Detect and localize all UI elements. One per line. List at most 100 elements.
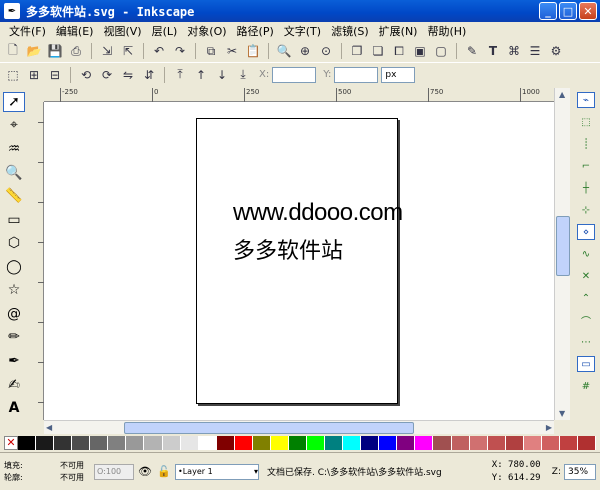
color-swatch[interactable] [361, 436, 380, 450]
y-input[interactable] [334, 66, 379, 83]
selector-tool-icon[interactable]: ➚ [3, 92, 25, 112]
color-swatch[interactable] [325, 436, 344, 450]
zoom-tool-icon[interactable]: 🔍 [3, 163, 25, 183]
color-swatch[interactable] [288, 436, 307, 450]
cut-icon[interactable]: ✂ [223, 42, 241, 60]
menu-file[interactable]: 文件(F) [4, 23, 51, 39]
color-swatch[interactable] [54, 436, 73, 450]
color-swatch[interactable] [108, 436, 127, 450]
color-swatch[interactable] [559, 436, 578, 450]
text-tool-icon[interactable]: A [3, 398, 25, 418]
xml-editor-icon[interactable]: ⌘ [505, 42, 523, 60]
text-object-url[interactable]: www.ddooo.com [233, 199, 403, 227]
menu-filters[interactable]: 滤镜(S) [326, 23, 374, 39]
color-swatch[interactable] [216, 436, 235, 450]
color-swatch[interactable] [144, 436, 163, 450]
new-document-icon[interactable]: 🗋 [4, 42, 22, 60]
opacity-input[interactable]: O: 100 [94, 463, 134, 480]
rectangle-tool-icon[interactable]: ▭ [3, 210, 25, 230]
color-swatch[interactable] [90, 436, 109, 450]
undo-icon[interactable]: ↶ [150, 42, 168, 60]
snap-bbox-icon[interactable]: ⬚ [577, 114, 595, 130]
color-swatch[interactable] [541, 436, 560, 450]
snap-bbox-corner-icon[interactable]: ⌐ [577, 158, 595, 174]
scroll-up-icon[interactable]: ▲ [559, 90, 565, 99]
text-font-icon[interactable]: T [484, 42, 502, 60]
group-icon[interactable]: ▣ [411, 42, 429, 60]
snap-bbox-midpoint-icon[interactable]: ┼ [577, 180, 595, 196]
scroll-left-icon[interactable]: ◀ [46, 423, 52, 432]
visibility-eye-icon[interactable]: 👁 [137, 465, 153, 478]
box-3d-tool-icon[interactable]: ⬡ [3, 233, 25, 253]
color-swatch[interactable] [415, 436, 434, 450]
color-swatch[interactable] [18, 436, 37, 450]
snap-path-intersection-icon[interactable]: ✕ [577, 268, 595, 284]
snap-path-icon[interactable]: ∿ [577, 246, 595, 262]
snap-cusp-nodes-icon[interactable]: ⌃ [577, 290, 595, 306]
tweak-tool-icon[interactable]: ♒ [3, 139, 25, 159]
ungroup-icon[interactable]: ▢ [432, 42, 450, 60]
drawing-canvas[interactable]: www.ddooo.com 多多软件站 [44, 102, 554, 420]
menu-view[interactable]: 视图(V) [98, 23, 146, 39]
spiral-tool-icon[interactable]: @ [3, 304, 25, 324]
stroke-value[interactable]: 不可用 [60, 472, 84, 484]
snap-smooth-nodes-icon[interactable]: ⌒ [577, 312, 595, 328]
maximize-button[interactable]: □ [559, 2, 577, 20]
measure-tool-icon[interactable]: 📏 [3, 186, 25, 206]
color-swatch[interactable] [505, 436, 524, 450]
color-swatch[interactable] [270, 436, 289, 450]
snap-nodes-icon[interactable]: ⋄ [577, 224, 595, 240]
fill-value[interactable]: 不可用 [60, 460, 84, 472]
node-tool-icon[interactable]: ⌖ [3, 116, 25, 136]
zoom-drawing-icon[interactable]: ⊕ [296, 42, 314, 60]
lower-icon[interactable]: ↓ [213, 66, 231, 84]
horizontal-scroll-thumb[interactable] [124, 422, 414, 434]
snap-midpoint-icon[interactable]: ⋯ [577, 334, 595, 350]
color-swatch[interactable] [198, 436, 217, 450]
open-folder-icon[interactable]: 📂 [25, 42, 43, 60]
rotate-cw-icon[interactable]: ⟳ [98, 66, 116, 84]
print-icon[interactable]: ⎙ [67, 42, 85, 60]
color-swatch[interactable] [36, 436, 55, 450]
clone-icon[interactable]: ❏ [369, 42, 387, 60]
color-swatch[interactable] [307, 436, 326, 450]
menu-edit[interactable]: 编辑(E) [51, 23, 99, 39]
unit-select[interactable]: px [381, 66, 416, 83]
title-bar[interactable]: ✒ 多多软件站.svg - Inkscape _ □ ✕ [0, 0, 600, 22]
zoom-input[interactable]: 35% [564, 463, 596, 480]
horizontal-scrollbar[interactable]: ◀ ▶ [44, 420, 554, 434]
color-swatch[interactable] [126, 436, 145, 450]
import-icon[interactable]: ⇲ [98, 42, 116, 60]
x-input[interactable] [272, 66, 317, 83]
document-page[interactable]: www.ddooo.com 多多软件站 [196, 118, 403, 404]
color-swatch[interactable] [451, 436, 470, 450]
zoom-page-icon[interactable]: ⊙ [317, 42, 335, 60]
color-swatch[interactable] [162, 436, 181, 450]
menu-layer[interactable]: 层(L) [147, 23, 183, 39]
vertical-scroll-thumb[interactable] [556, 216, 570, 276]
color-swatch[interactable] [577, 436, 596, 450]
color-swatch[interactable] [343, 436, 362, 450]
menu-object[interactable]: 对象(O) [182, 23, 231, 39]
zoom-selection-icon[interactable]: 🔍 [275, 42, 293, 60]
select-all-icon[interactable]: ⬚ [4, 66, 22, 84]
close-button[interactable]: ✕ [579, 2, 597, 20]
color-swatch[interactable] [397, 436, 416, 450]
no-paint-swatch[interactable]: ✕ [4, 436, 18, 450]
snap-enable-icon[interactable]: ⌁ [577, 92, 595, 108]
snap-grid-icon[interactable]: # [577, 378, 595, 394]
color-swatch[interactable] [72, 436, 91, 450]
lower-to-bottom-icon[interactable]: ⤓ [234, 66, 252, 84]
unlink-clone-icon[interactable]: ⧠ [390, 42, 408, 60]
rotate-ccw-icon[interactable]: ⟲ [77, 66, 95, 84]
color-swatch[interactable] [487, 436, 506, 450]
redo-icon[interactable]: ↷ [171, 42, 189, 60]
star-tool-icon[interactable]: ☆ [3, 281, 25, 301]
preferences-icon[interactable]: ⚙ [547, 42, 565, 60]
menu-path[interactable]: 路径(P) [232, 23, 279, 39]
snap-bbox-center-icon[interactable]: ⊹ [577, 202, 595, 218]
ellipse-tool-icon[interactable]: ◯ [3, 257, 25, 277]
menu-text[interactable]: 文字(T) [279, 23, 326, 39]
raise-to-top-icon[interactable]: ⤒ [171, 66, 189, 84]
snap-page-border-icon[interactable]: ▭ [577, 356, 595, 372]
